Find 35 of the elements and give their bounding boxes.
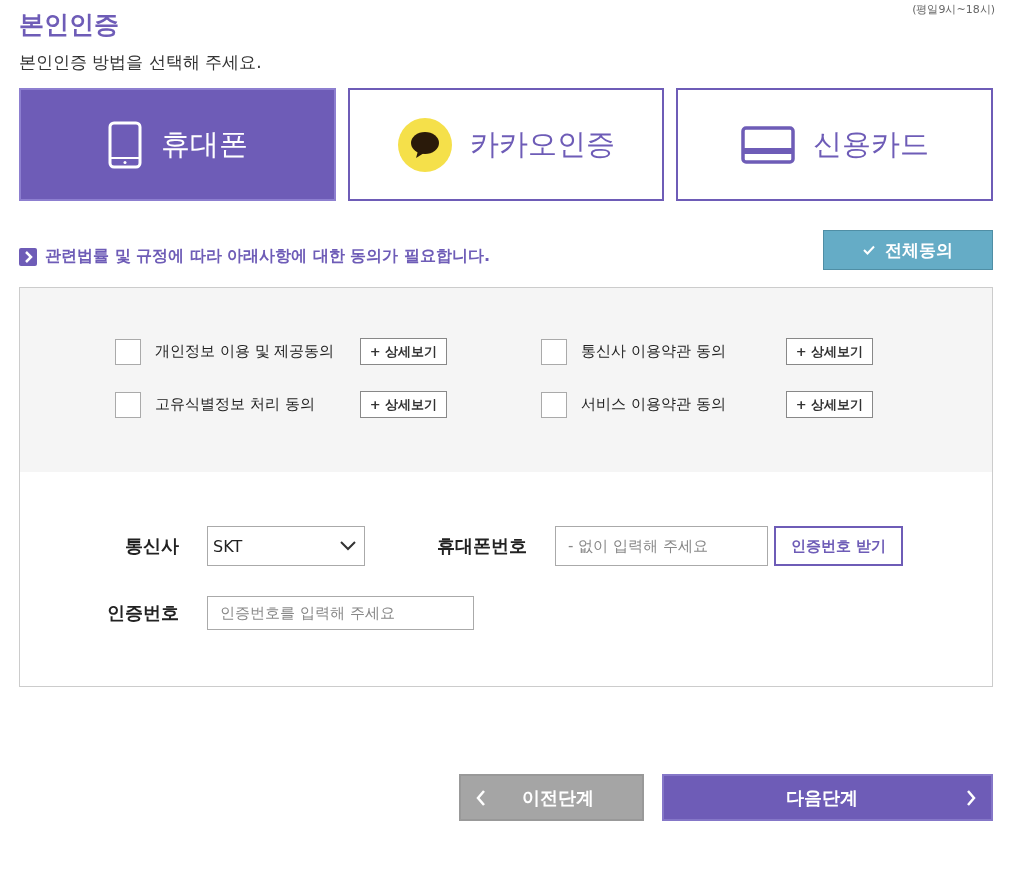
checkbox[interactable]	[541, 391, 567, 418]
carrier-select[interactable]: SKT	[207, 526, 365, 566]
check-icon	[863, 245, 875, 255]
agreement-label: 고유식별정보 처리 동의	[155, 395, 316, 414]
phone-input[interactable]: - 없이 입력해 주세요	[555, 526, 768, 566]
chevron-right-icon	[965, 788, 977, 807]
detail-button[interactable]: + 상세보기	[786, 338, 873, 365]
hours-note: (평일9시~18시)	[912, 2, 995, 17]
agreement-label: 개인정보 이용 및 제공동의	[155, 342, 336, 361]
auth-method-tab[interactable]: 휴대폰	[19, 88, 336, 201]
detail-button[interactable]: + 상세보기	[786, 391, 873, 418]
card-icon	[740, 125, 795, 164]
detail-button[interactable]: + 상세보기	[360, 338, 447, 365]
agreement-notice: 관련법률 및 규정에 따라 아래사항에 대한 동의가 필요합니다.	[45, 246, 491, 267]
chevron-icon	[19, 247, 37, 266]
code-label: 인증번호	[106, 601, 180, 625]
next-step-button[interactable]: 다음단계	[662, 774, 993, 821]
speech-bubble-icon	[397, 117, 452, 172]
phone-icon	[106, 120, 143, 169]
checkbox[interactable]	[541, 338, 567, 365]
checkbox[interactable]	[115, 338, 141, 365]
caret-icon	[340, 541, 356, 551]
page-title: 본인인증	[19, 9, 119, 41]
chevron-left-icon	[475, 788, 487, 807]
page-subtitle: 본인인증 방법을 선택해 주세요.	[19, 51, 263, 74]
detail-button[interactable]: + 상세보기	[360, 391, 447, 418]
agreement-label: 통신사 이용약관 동의	[581, 342, 727, 361]
phone-label: 휴대폰번호	[437, 534, 528, 558]
carrier-label: 통신사	[124, 534, 180, 558]
request-code-button[interactable]: 인증번호 받기	[774, 526, 903, 566]
agreement-label: 서비스 이용약관 동의	[581, 395, 727, 414]
checkbox[interactable]	[115, 391, 141, 418]
auth-method-tab[interactable]: 신용카드	[676, 88, 993, 201]
code-input[interactable]: 인증번호를 입력해 주세요	[207, 596, 474, 630]
auth-method-tab[interactable]: 카카오인증	[347, 88, 665, 201]
